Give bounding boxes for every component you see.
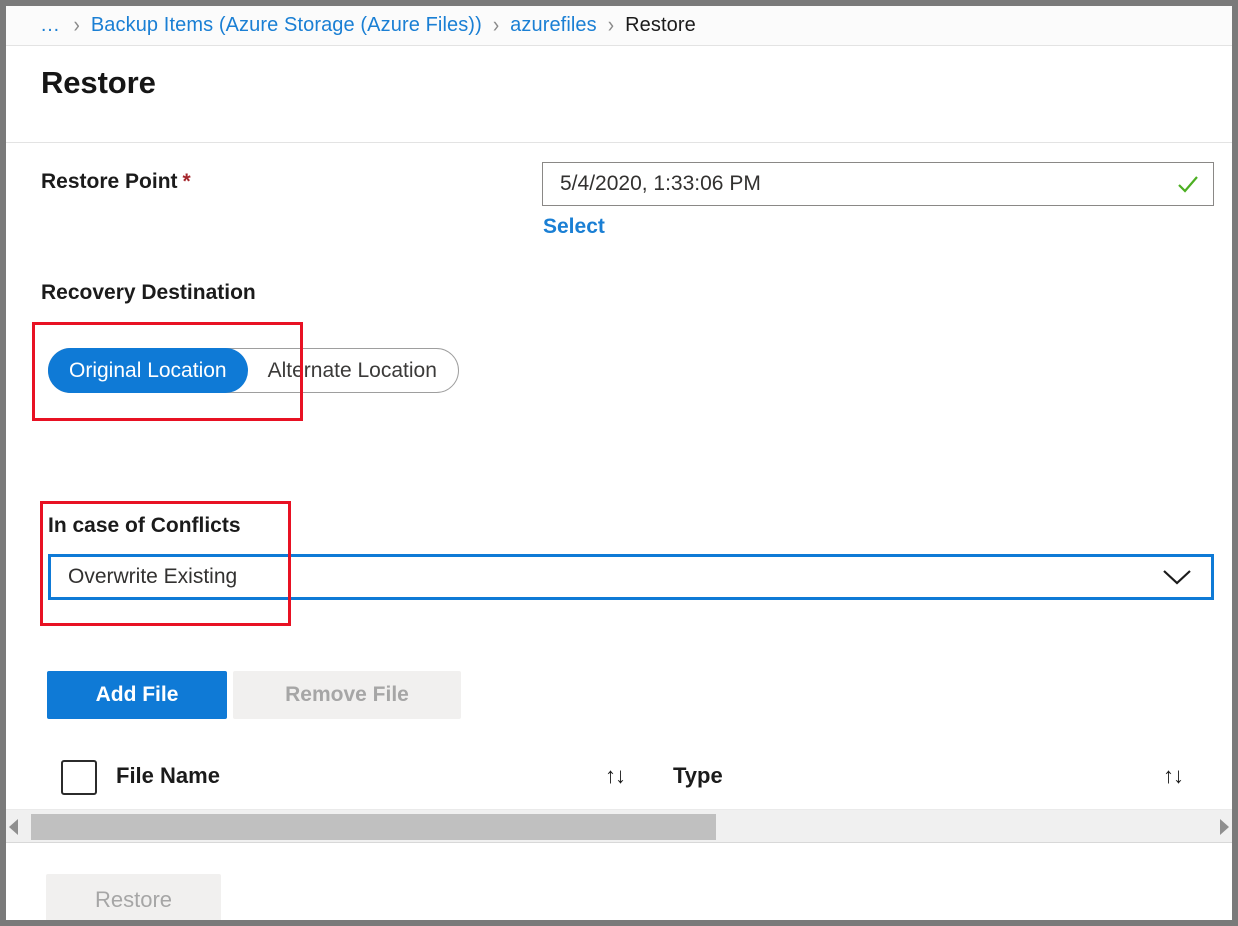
select-all-checkbox[interactable] [61,760,97,795]
breadcrumb-overflow-button[interactable]: … [40,14,63,37]
scroll-right-arrow-icon[interactable] [1220,819,1229,835]
page-title: Restore [41,65,156,100]
sort-arrows-icon[interactable]: ↑↓ [605,763,626,789]
recovery-destination-toggle[interactable]: Original Location Alternate Location [48,348,459,393]
breadcrumb-separator-icon: › [73,12,80,37]
add-file-button[interactable]: Add File [47,671,227,719]
check-icon [1175,171,1201,197]
file-table-horizontal-scrollbar[interactable] [6,809,1232,843]
breadcrumb-item-azurefiles[interactable]: azurefiles [510,14,597,37]
toggle-option-original-location[interactable]: Original Location [48,348,248,393]
scroll-left-arrow-icon[interactable] [9,819,18,835]
column-header-type[interactable]: Type [673,763,723,789]
remove-file-button[interactable]: Remove File [233,671,461,719]
breadcrumb: … › Backup Items (Azure Storage (Azure F… [6,6,1232,46]
restore-submit-button[interactable]: Restore [46,874,221,920]
restore-point-label-text: Restore Point [41,170,178,193]
column-header-file-name[interactable]: File Name [116,763,220,789]
blade-title-bar: Restore [6,47,1232,143]
restore-blade: … › Backup Items (Azure Storage (Azure F… [0,0,1238,926]
restore-point-value: 5/4/2020, 1:33:06 PM [560,172,761,195]
breadcrumb-separator-icon: › [607,12,615,37]
scrollbar-thumb[interactable] [31,814,716,840]
select-restore-point-link[interactable]: Select [543,215,605,239]
conflicts-dropdown[interactable]: Overwrite Existing [48,554,1214,600]
restore-point-field[interactable]: 5/4/2020, 1:33:06 PM [542,162,1214,206]
breadcrumb-item-restore: Restore [625,14,696,36]
toggle-option-alternate-location[interactable]: Alternate Location [247,348,458,393]
recovery-destination-label: Recovery Destination [41,281,256,304]
sort-arrows-icon[interactable]: ↑↓ [1163,763,1184,789]
breadcrumb-item-backup-items[interactable]: Backup Items (Azure Storage (Azure Files… [91,14,482,37]
chevron-down-icon [1160,566,1211,588]
file-table-header: File Name ↑↓ Type ↑↓ [6,746,1232,808]
conflicts-label: In case of Conflicts [48,514,241,537]
restore-point-label: Restore Point * [41,170,191,194]
conflicts-selected-value: Overwrite Existing [68,565,238,588]
breadcrumb-separator-icon: › [492,12,500,37]
required-marker: * [182,170,191,193]
